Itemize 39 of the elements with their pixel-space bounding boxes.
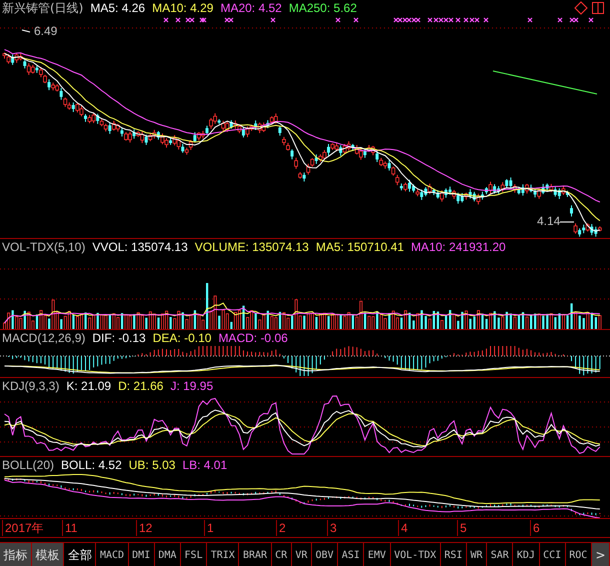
indicator-value: MA10: 241931.20 xyxy=(410,240,506,254)
indicator-value: DEA: -0.10 xyxy=(152,330,212,346)
indicator-value: MA20: 4.52 xyxy=(220,0,282,16)
time-axis-label: 12 xyxy=(136,520,152,536)
toolbar-button[interactable]: 模板 xyxy=(32,543,64,566)
indicator-value: MA5: 150710.41 xyxy=(316,240,404,254)
indicator-value: J: 19.95 xyxy=(170,378,214,394)
indicator-title: KDJ(9,3,3) xyxy=(2,378,60,394)
indicator-value: VOLUME: 135074.13 xyxy=(194,240,309,254)
time-axis-label: 4 xyxy=(398,520,408,536)
time-axis-label: 1 xyxy=(204,520,214,536)
time-axis-label: 2017年 xyxy=(2,520,44,536)
time-axis-label: 11 xyxy=(62,520,78,536)
indicator-title: BOLL(20) xyxy=(2,458,54,472)
toolbar-button[interactable]: 指标 xyxy=(0,543,32,566)
toolbar-button[interactable]: > xyxy=(592,543,610,566)
indicator-value: MACD: -0.06 xyxy=(218,330,288,346)
window-icon[interactable] xyxy=(592,2,604,14)
diamond-icon[interactable] xyxy=(574,1,588,15)
indicator-value: D: 21.66 xyxy=(118,378,164,394)
indicator-value: MA250: 5.62 xyxy=(288,0,357,16)
time-axis-label: 5 xyxy=(457,520,467,536)
indicator-value: BOLL: 4.52 xyxy=(61,458,122,472)
indicator-value: VVOL: 135074.13 xyxy=(92,240,188,254)
leader-line xyxy=(22,30,30,32)
indicator-value: MA10: 4.29 xyxy=(152,0,214,16)
indicator-value: LB: 4.01 xyxy=(182,458,228,472)
indicator-value: UB: 5.03 xyxy=(128,458,176,472)
low-price-label: 4.14 xyxy=(537,214,560,228)
high-price-label: 6.49 xyxy=(34,24,58,38)
indicator-value: K: 21.09 xyxy=(66,378,112,394)
indicator-value: DIF: -0.13 xyxy=(92,330,146,346)
time-axis-label: 3 xyxy=(327,520,337,536)
time-axis-label: 2 xyxy=(276,520,286,536)
indicator-title: MACD(12,26,9) xyxy=(2,330,86,346)
indicator-value: MA5: 4.26 xyxy=(90,0,146,16)
time-axis-label: 6 xyxy=(530,520,540,536)
stock-title: 新兴铸管(日线) xyxy=(2,0,84,16)
indicator-title: VOL-TDX(5,10) xyxy=(2,240,86,254)
